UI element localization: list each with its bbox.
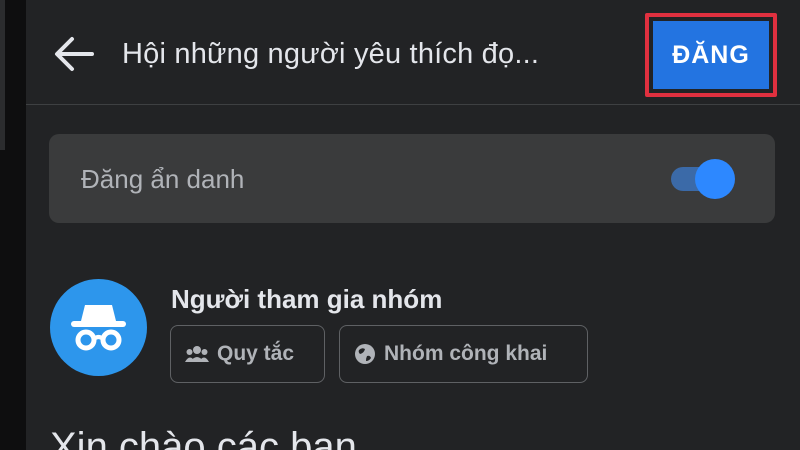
people-icon: [185, 346, 209, 362]
edge-seam: [0, 0, 5, 150]
incognito-icon: [71, 305, 126, 351]
group-title: Hội những người yêu thích đọ...: [122, 38, 540, 70]
privacy-chip[interactable]: Nhóm công khai: [339, 325, 588, 383]
back-arrow-icon[interactable]: [52, 34, 96, 74]
anonymous-post-card: Đăng ẩn danh: [49, 134, 775, 223]
left-strip: [0, 0, 26, 450]
anonymous-post-label: Đăng ẩn danh: [81, 164, 245, 194]
privacy-chip-label: Nhóm công khai: [384, 342, 548, 365]
rules-chip[interactable]: Quy tắc: [170, 325, 325, 383]
create-post-screen: Hội những người yêu thích đọ... ĐĂNG Đăn…: [26, 0, 800, 450]
author-name: Người tham gia nhóm: [171, 284, 443, 314]
globe-icon: [355, 344, 375, 364]
toggle-knob: [695, 159, 735, 199]
top-bar: Hội những người yêu thích đọ... ĐĂNG: [26, 0, 800, 105]
post-text[interactable]: Xin chào các bạn: [50, 425, 357, 450]
post-button[interactable]: ĐĂNG: [653, 21, 769, 89]
rules-chip-label: Quy tắc: [217, 342, 295, 365]
anonymous-avatar: [50, 279, 147, 376]
screen: Hội những người yêu thích đọ... ĐĂNG Đăn…: [0, 0, 800, 450]
anonymous-toggle[interactable]: [669, 159, 735, 199]
